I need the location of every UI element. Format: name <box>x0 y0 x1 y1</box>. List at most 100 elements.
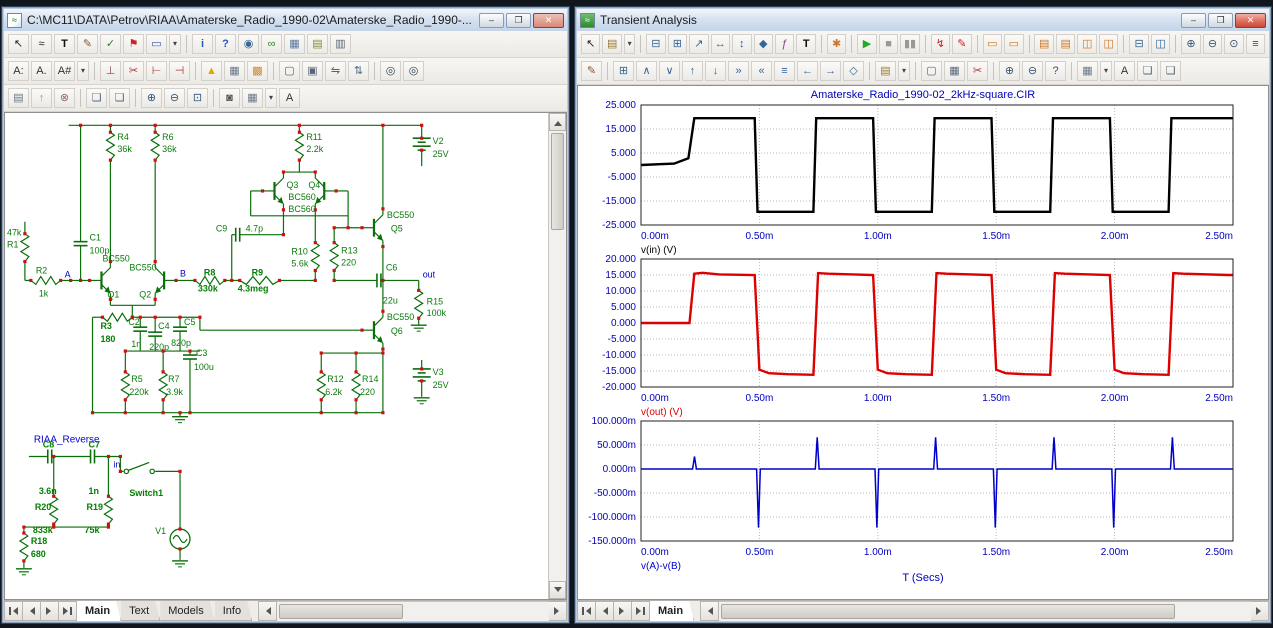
animate-icon[interactable]: ✎ <box>952 34 971 54</box>
copy-page-icon[interactable]: ❏ <box>1160 61 1181 81</box>
zoom-out-icon[interactable]: ⊖ <box>164 88 185 108</box>
analysis-horizontal-scrollbar[interactable] <box>700 601 1269 621</box>
horizontal-scroll-track[interactable] <box>277 601 549 621</box>
tab-main[interactable]: Main <box>77 601 121 621</box>
grid-dropdown[interactable]: ▾ <box>265 88 277 108</box>
copy-icon[interactable]: ❏ <box>86 88 107 108</box>
global-low-icon[interactable]: ↓ <box>705 61 726 81</box>
tab-last-button[interactable] <box>632 601 650 621</box>
grid-pattern-icon[interactable]: ▦ <box>1077 61 1098 81</box>
zoom-in-icon[interactable]: ⊕ <box>141 88 162 108</box>
panel-left-icon[interactable]: ◫ <box>1077 34 1096 54</box>
help-mode-icon[interactable]: ? <box>215 34 236 54</box>
print-preview-icon[interactable]: ▥ <box>330 34 351 54</box>
zoom-100-icon[interactable]: ⊡ <box>187 88 208 108</box>
add-plot-icon[interactable]: ▤ <box>1034 34 1053 54</box>
pin-markers-icon[interactable]: ⊥ <box>100 61 121 81</box>
find-next-icon[interactable]: ◎ <box>403 61 424 81</box>
flip-vertical-icon[interactable]: ⇅ <box>348 61 369 81</box>
font-icon[interactable]: A <box>1114 61 1135 81</box>
pause-icon[interactable]: ▮▮ <box>900 34 919 54</box>
digital-path-icon[interactable]: ∞ <box>261 34 282 54</box>
tag-right-icon[interactable]: → <box>820 61 841 81</box>
check-errors-icon[interactable]: ▲ <box>201 61 222 81</box>
breakpoints-icon[interactable]: ▭ <box>1004 34 1023 54</box>
tab-prev-button[interactable] <box>596 601 614 621</box>
grid-text-icon[interactable]: A. <box>31 61 52 81</box>
attribute-text-icon[interactable]: A: <box>8 61 29 81</box>
vertical-scroll-track[interactable] <box>549 131 566 581</box>
analysis-titlebar[interactable]: ≈ Transient Analysis – ❐ ✕ <box>577 9 1269 31</box>
dynamic-probe-icon[interactable]: ↯ <box>931 34 950 54</box>
schematic-titlebar[interactable]: ≈ C:\MC11\DATA\Petrov\RIAA\Amaterske_Rad… <box>4 9 567 31</box>
maximize-button[interactable]: ❐ <box>1208 13 1233 28</box>
cursor-mode-icon[interactable]: ⊞ <box>668 34 687 54</box>
navigate-up-icon[interactable]: ↑ <box>31 88 52 108</box>
picture-check-icon[interactable]: ✓ <box>100 34 121 54</box>
select-mode-icon[interactable]: ↖ <box>581 34 600 54</box>
tab-prev-button[interactable] <box>23 601 41 621</box>
maximize-button[interactable]: ❐ <box>506 13 531 28</box>
stop-icon[interactable]: ■ <box>879 34 898 54</box>
tab-next-button[interactable] <box>614 601 632 621</box>
trim-wire-icon[interactable]: ⊣ <box>169 61 190 81</box>
tab-first-button[interactable] <box>577 601 596 621</box>
point-to-point-icon[interactable]: ◉ <box>238 34 259 54</box>
scroll-left-button[interactable] <box>700 601 719 621</box>
text-mode-icon[interactable]: T <box>796 34 815 54</box>
scroll-down-button[interactable] <box>549 581 566 599</box>
schematic-canvas[interactable]: R436kR636kR112.2kV225VQ3Q4BC560BC560C94.… <box>5 113 548 600</box>
page-info-icon[interactable]: ▤ <box>8 88 29 108</box>
peak-icon[interactable]: ∧ <box>636 61 657 81</box>
global-high-icon[interactable]: ↑ <box>682 61 703 81</box>
go-to-y-icon[interactable]: « <box>751 61 772 81</box>
rubberbanding-icon[interactable]: ▦ <box>284 34 305 54</box>
minimize-button[interactable]: – <box>479 13 504 28</box>
close-button[interactable]: ✕ <box>1235 13 1266 28</box>
grid-dropdown[interactable]: ▾ <box>1100 61 1112 81</box>
go-to-x-icon[interactable]: » <box>728 61 749 81</box>
tab-first-button[interactable] <box>4 601 23 621</box>
grid-icon[interactable]: ▦ <box>224 61 245 81</box>
snapshot-icon[interactable]: ◙ <box>219 88 240 108</box>
sheet-icon[interactable]: ▤ <box>307 34 328 54</box>
horizontal-scroll-thumb[interactable] <box>279 604 403 619</box>
tab-next-button[interactable] <box>41 601 59 621</box>
wire-mode-icon[interactable]: ≈ <box>31 34 52 54</box>
close-button[interactable]: ✕ <box>533 13 564 28</box>
schematic-horizontal-scrollbar[interactable] <box>258 601 567 621</box>
valley-icon[interactable]: ∨ <box>659 61 680 81</box>
component-dropdown[interactable]: ▾ <box>169 34 181 54</box>
panel-right-icon[interactable]: ◫ <box>1099 34 1118 54</box>
text-options-dropdown[interactable]: ▾ <box>77 61 89 81</box>
zoom-in-icon[interactable]: ⊕ <box>999 61 1020 81</box>
scroll-left-button[interactable] <box>258 601 277 621</box>
go-to-branch-icon[interactable]: ≡ <box>774 61 795 81</box>
split-horizontal-icon[interactable]: ⊟ <box>1129 34 1148 54</box>
zoom-help-icon[interactable]: ? <box>1045 61 1066 81</box>
clipboard-dropdown[interactable]: ▾ <box>624 34 635 54</box>
tab-last-button[interactable] <box>59 601 77 621</box>
find-icon[interactable]: ◎ <box>380 61 401 81</box>
split-vertical-icon[interactable]: ◫ <box>1151 34 1170 54</box>
next-simulation-icon[interactable]: ◇ <box>843 61 864 81</box>
plot-3[interactable]: 100.000m50.000m0.000m-50.000m-100.000m-1… <box>579 417 1267 571</box>
horizontal-scroll-thumb[interactable] <box>721 604 1175 619</box>
extend-wire-icon[interactable]: ⊢ <box>146 61 167 81</box>
paste-dropdown[interactable]: ▾ <box>898 61 910 81</box>
select-mode-icon[interactable]: ↖ <box>8 34 29 54</box>
clipboard-icon[interactable]: ▤ <box>602 34 621 54</box>
scroll-up-button[interactable] <box>549 113 566 131</box>
paste-icon[interactable]: ▤ <box>875 61 896 81</box>
horizontal-grid-icon[interactable]: ⊞ <box>613 61 634 81</box>
numeric-output-icon[interactable]: ▢ <box>921 61 942 81</box>
flag-mode-icon[interactable]: ⚑ <box>123 34 144 54</box>
zoom-out-icon[interactable]: ⊖ <box>1203 34 1222 54</box>
zoom-auto-icon[interactable]: ⊙ <box>1224 34 1243 54</box>
watch-icon[interactable]: ▭ <box>983 34 1002 54</box>
tab-info[interactable]: Info <box>215 601 252 621</box>
plot-2[interactable]: 20.00015.00010.0005.0000.000-5.000-10.00… <box>579 255 1267 417</box>
info-mode-icon[interactable]: i <box>192 34 213 54</box>
minimize-button[interactable]: – <box>1181 13 1206 28</box>
three-d-windows-icon[interactable]: ▦ <box>944 61 965 81</box>
